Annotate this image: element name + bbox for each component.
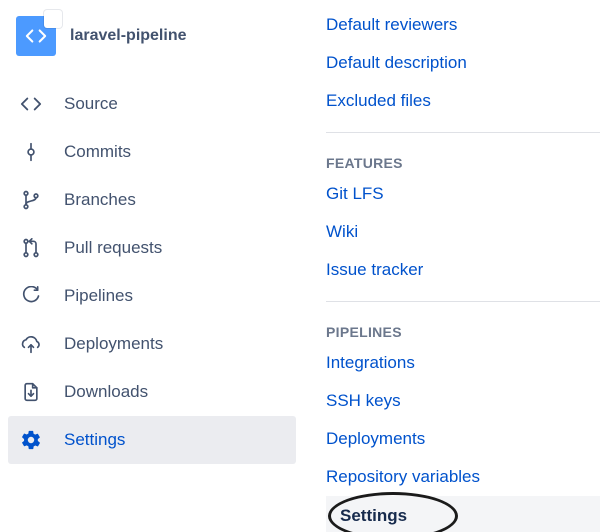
link-ssh-keys[interactable]: SSH keys [326, 382, 600, 420]
sidebar: laravel-pipeline Source Commits Branches [0, 0, 304, 532]
sidebar-item-branches[interactable]: Branches [8, 176, 296, 224]
lock-icon [44, 10, 62, 28]
link-label: Settings [340, 506, 407, 525]
code-icon [18, 91, 44, 117]
sidebar-nav: Source Commits Branches Pull requests [8, 80, 296, 464]
gear-icon [18, 427, 44, 453]
sidebar-item-label: Pipelines [64, 286, 133, 306]
sidebar-item-source[interactable]: Source [8, 80, 296, 128]
sidebar-item-deployments[interactable]: Deployments [8, 320, 296, 368]
repo-title: laravel-pipeline [70, 27, 187, 45]
sidebar-item-commits[interactable]: Commits [8, 128, 296, 176]
sidebar-item-pull-requests[interactable]: Pull requests [8, 224, 296, 272]
link-repository-variables[interactable]: Repository variables [326, 458, 600, 496]
pipelines-icon [18, 283, 44, 309]
link-default-description[interactable]: Default description [326, 44, 600, 82]
downloads-icon [18, 379, 44, 405]
sidebar-item-label: Commits [64, 142, 131, 162]
sidebar-item-label: Branches [64, 190, 136, 210]
branch-icon [18, 187, 44, 213]
commit-icon [18, 139, 44, 165]
link-deployments[interactable]: Deployments [326, 420, 600, 458]
sidebar-item-label: Deployments [64, 334, 163, 354]
section-heading-features: FEATURES [326, 139, 600, 175]
settings-list: Default reviewers Default description Ex… [326, 0, 600, 120]
settings-panel: Default reviewers Default description Ex… [304, 0, 600, 532]
section-heading-pipelines: PIPELINES [326, 308, 600, 344]
pull-request-icon [18, 235, 44, 261]
sidebar-item-label: Settings [64, 430, 125, 450]
sidebar-item-label: Pull requests [64, 238, 162, 258]
features-section: FEATURES Git LFS Wiki Issue tracker [326, 133, 600, 289]
link-wiki[interactable]: Wiki [326, 213, 600, 251]
link-integrations[interactable]: Integrations [326, 344, 600, 382]
code-icon [25, 25, 47, 47]
repo-avatar [16, 16, 56, 56]
link-default-reviewers[interactable]: Default reviewers [326, 6, 600, 44]
sidebar-item-downloads[interactable]: Downloads [8, 368, 296, 416]
repo-header[interactable]: laravel-pipeline [8, 12, 296, 72]
link-issue-tracker[interactable]: Issue tracker [326, 251, 600, 289]
pipelines-section: PIPELINES Integrations SSH keys Deployme… [326, 302, 600, 496]
sidebar-item-label: Source [64, 94, 118, 114]
sidebar-item-pipelines[interactable]: Pipelines [8, 272, 296, 320]
app-root: laravel-pipeline Source Commits Branches [0, 0, 600, 532]
sidebar-item-label: Downloads [64, 382, 148, 402]
link-pipelines-settings[interactable]: Settings [326, 496, 600, 532]
link-git-lfs[interactable]: Git LFS [326, 175, 600, 213]
link-excluded-files[interactable]: Excluded files [326, 82, 600, 120]
sidebar-item-settings[interactable]: Settings [8, 416, 296, 464]
deployments-icon [18, 331, 44, 357]
